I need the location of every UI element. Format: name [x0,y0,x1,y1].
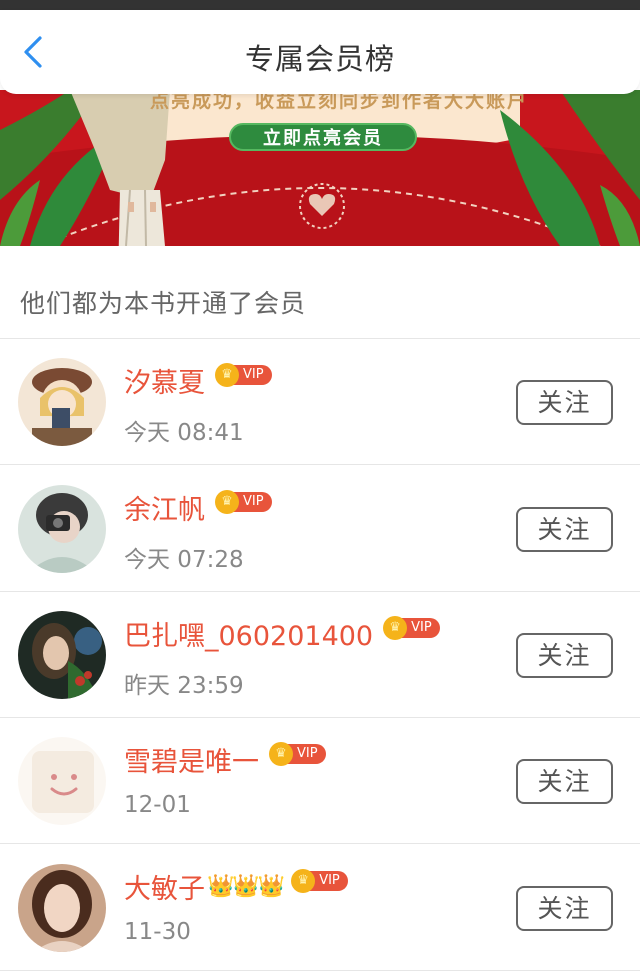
avatar[interactable] [18,864,106,952]
member-name[interactable]: 巴扎嘿_060201400 [124,614,373,653]
promo-banner[interactable]: 点亮成功，收益立刻同步到作者大大账户 立即点亮会员 [0,90,640,246]
timestamp: 昨天 23:59 [124,673,244,699]
avatar[interactable] [18,737,106,825]
nav-bar: 专属会员榜 [0,10,640,94]
vip-badge: ♛ VIP [269,741,326,766]
list-item[interactable]: 余江帆 ♛ VIP 今天 07:28 关注 [0,466,640,592]
member-name[interactable]: 雪碧是唯一 [124,740,259,779]
crown-icon: ♛ [383,615,408,640]
crown-icon: ♛ [291,868,316,893]
avatar[interactable] [18,485,106,573]
follow-button[interactable]: 关注 [516,886,613,931]
follow-button[interactable]: 关注 [516,759,613,804]
vip-badge: ♛ VIP [383,615,440,640]
list-item[interactable]: 大敏子 👑👑👑 ♛ VIP 11-30 关注 [0,845,640,971]
vip-badge: ♛ VIP [291,868,348,893]
vip-badge: ♛ VIP [215,362,272,387]
banner-illustration [0,90,640,246]
timestamp: 今天 08:41 [124,420,244,446]
avatar[interactable] [18,358,106,446]
member-name[interactable]: 汐慕夏 [124,361,205,400]
list-item[interactable]: 雪碧是唯一 ♛ VIP 12-01 关注 [0,718,640,844]
follow-button[interactable]: 关注 [516,633,613,678]
crown-icon: ♛ [215,362,239,387]
timestamp: 今天 07:28 [124,547,244,573]
status-strip [0,0,640,10]
member-name[interactable]: 余江帆 [124,488,205,527]
crown-icon: ♛ [269,741,293,766]
activate-membership-button[interactable]: 立即点亮会员 [229,123,417,151]
section-title: 他们都为本书开通了会员 [20,289,307,318]
member-name[interactable]: 大敏子 [124,867,205,906]
follow-button[interactable]: 关注 [516,507,613,552]
vip-badge: ♛ VIP [215,489,272,514]
avatar[interactable] [18,611,106,699]
crown-icons: 👑👑👑 [207,874,285,899]
list-item[interactable]: 巴扎嘿_060201400 ♛ VIP 昨天 23:59 关注 [0,592,640,718]
timestamp: 12-01 [124,792,191,818]
crown-icon: ♛ [215,489,239,514]
timestamp: 11-30 [124,919,191,945]
page-title: 专属会员榜 [244,42,395,76]
list-item[interactable]: 汐慕夏 ♛ VIP 今天 08:41 关注 [0,339,640,465]
follow-button[interactable]: 关注 [516,380,613,425]
